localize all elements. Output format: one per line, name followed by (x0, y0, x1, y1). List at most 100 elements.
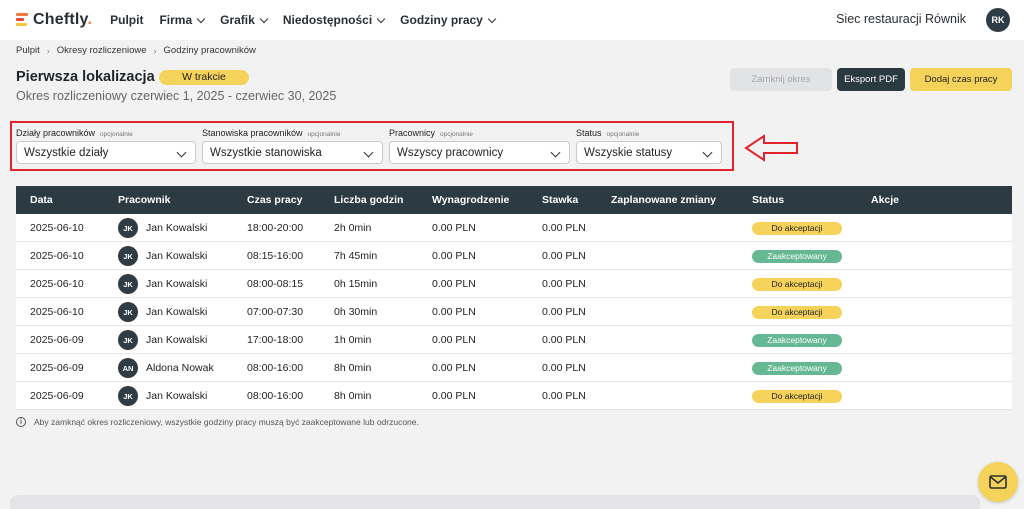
column-header-rate: Stawka (542, 194, 579, 206)
work-hours-table: Data Pracownik Czas pracy Liczba godzin … (16, 186, 1012, 410)
nav-item-label: Niedostępności (282, 13, 373, 27)
messages-button[interactable] (978, 462, 1018, 502)
nav-item-2[interactable]: Grafik (220, 13, 269, 27)
info-icon: i (16, 417, 26, 427)
positions-select[interactable]: Wszystkie stanowiska (202, 141, 383, 164)
filter-label: Pracownicy (389, 128, 436, 138)
cell-employee: JK Jan Kowalski (118, 386, 207, 406)
employee-name: Jan Kowalski (146, 334, 208, 346)
nav-menu: Pulpit Firma Grafik Niedostępności Godziny p… (110, 13, 511, 27)
info-note: i Aby zamknąć okres rozliczeniowy, wszys… (16, 417, 419, 427)
employee-avatar: JK (118, 246, 138, 266)
employee-name: Jan Kowalski (146, 390, 208, 402)
cell-date: 2025-06-09 (30, 334, 84, 346)
table-row[interactable]: 2025-06-10 JK Jan Kowalski 08:00-08:15 0h 15… (16, 270, 1012, 298)
chevron-down-icon (196, 14, 206, 23)
employees-select[interactable]: Wszyscy pracownicy (389, 141, 570, 164)
add-work-time-button[interactable]: Dodaj czas pracy (910, 68, 1012, 91)
cell-hours: 2h 0min (334, 222, 372, 234)
page-title: Pierwsza lokalizacja (16, 69, 155, 85)
table-row[interactable]: 2025-06-10 JK Jan Kowalski 08:15-16:00 7h 45… (16, 242, 1012, 270)
cell-wage: 0.00 PLN (432, 306, 476, 318)
status-badge: Zaakceptowany (752, 334, 842, 347)
logo-icon (16, 13, 28, 27)
filter-label: Status (576, 128, 602, 138)
cell-wage: 0.00 PLN (432, 334, 476, 346)
nav-item-0[interactable]: Pulpit (110, 13, 143, 27)
chevron-down-icon (176, 147, 187, 158)
status-select[interactable]: Wszyskie statusy (576, 141, 722, 164)
cell-rate: 0.00 PLN (542, 390, 586, 402)
cell-hours: 1h 0min (334, 334, 372, 346)
bottom-panel (10, 495, 980, 509)
status-badge: Do akceptacji (752, 306, 842, 319)
table-row[interactable]: 2025-06-09 JK Jan Kowalski 08:00-16:00 8h 0m… (16, 382, 1012, 410)
column-header-actions: Akcje (871, 194, 900, 206)
column-header-employee: Pracownik (118, 194, 171, 206)
filter-departments: Działy pracowników opcjonalnie Wszystkie … (16, 128, 196, 164)
filter-status: Status opcjonalnie Wszyskie statusy (576, 128, 722, 164)
cell-rate: 0.00 PLN (542, 362, 586, 374)
cell-work-time: 17:00-18:00 (247, 334, 304, 346)
close-period-button[interactable]: Zamknij okres (730, 68, 832, 91)
nav-item-4[interactable]: Godziny pracy (400, 13, 497, 27)
user-avatar[interactable]: RK (986, 8, 1010, 32)
cell-rate: 0.00 PLN (542, 222, 586, 234)
cell-employee: JK Jan Kowalski (118, 330, 207, 350)
chevron-down-icon (550, 147, 561, 158)
table-row[interactable]: 2025-06-09 JK Jan Kowalski 17:00-18:00 1h 0m… (16, 326, 1012, 354)
nav-item-3[interactable]: Niedostępności (282, 13, 386, 27)
period-status-badge: W trakcie (159, 70, 249, 85)
optional-label: opcjonalnie (307, 131, 341, 138)
cell-work-time: 08:00-08:15 (247, 278, 304, 290)
cell-work-time: 07:00-07:30 (247, 306, 304, 318)
status-badge: Do akceptacji (752, 390, 842, 403)
cell-date: 2025-06-10 (30, 278, 84, 290)
cell-work-time: 08:15-16:00 (247, 250, 304, 262)
cell-wage: 0.00 PLN (432, 250, 476, 262)
organization-name[interactable]: Siec restauracji Równik (836, 12, 966, 26)
status-badge: Do akceptacji (752, 278, 842, 291)
table-row[interactable]: 2025-06-09 AN Aldona Nowak 08:00-16:00 8h 0m… (16, 354, 1012, 382)
column-header-status: Status (752, 194, 785, 206)
departments-select[interactable]: Wszystkie działy (16, 141, 196, 164)
employee-avatar: JK (118, 330, 138, 350)
cell-wage: 0.00 PLN (432, 222, 476, 234)
nav-item-1[interactable]: Firma (159, 13, 206, 27)
breadcrumb-item[interactable]: Pulpit (16, 45, 40, 56)
arrow-left-icon (744, 134, 798, 162)
cell-work-time: 08:00-16:00 (247, 390, 304, 402)
cell-rate: 0.00 PLN (542, 250, 586, 262)
table-body: 2025-06-10 JK Jan Kowalski 18:00-20:00 2h 0m… (16, 214, 1012, 410)
cell-employee: AN Aldona Nowak (118, 358, 214, 378)
chevron-down-icon (487, 14, 497, 23)
select-value: Wszystkie działy (24, 146, 109, 159)
cell-employee: JK Jan Kowalski (118, 218, 207, 238)
select-value: Wszyskie statusy (584, 146, 673, 159)
cell-employee: JK Jan Kowalski (118, 274, 207, 294)
table-row[interactable]: 2025-06-10 JK Jan Kowalski 18:00-20:00 2h 0m… (16, 214, 1012, 242)
column-header-time: Czas pracy (247, 194, 303, 206)
cell-work-time: 18:00-20:00 (247, 222, 304, 234)
cell-wage: 0.00 PLN (432, 390, 476, 402)
cell-employee: JK Jan Kowalski (118, 302, 207, 322)
export-pdf-button[interactable]: Eksport PDF (837, 68, 905, 91)
filter-label: Działy pracowników (16, 128, 96, 138)
column-header-wage: Wynagrodzenie (432, 194, 510, 206)
column-header-planned-shifts: Zaplanowane zmiany (611, 194, 717, 206)
table-row[interactable]: 2025-06-10 JK Jan Kowalski 07:00-07:30 0h 30… (16, 298, 1012, 326)
cell-work-time: 08:00-16:00 (247, 362, 304, 374)
optional-label: opcjonalnie (100, 131, 133, 138)
logo[interactable]: Cheftly. (16, 11, 92, 29)
breadcrumb: Pulpit › Okresy rozliczeniowe › Godziny prac… (16, 45, 256, 56)
column-header-date: Data (30, 194, 53, 206)
info-note-text: Aby zamknąć okres rozliczeniowy, wszystk… (34, 417, 419, 427)
optional-label: opcjonalnie (440, 131, 473, 138)
cell-date: 2025-06-09 (30, 390, 84, 402)
filter-employees: Pracownicy opcjonalnie Wszyscy pracownicy (389, 128, 570, 164)
table-header: Data Pracownik Czas pracy Liczba godzin … (16, 186, 1012, 214)
cell-date: 2025-06-09 (30, 362, 84, 374)
employee-avatar: AN (118, 358, 138, 378)
breadcrumb-item: Godziny pracowników (163, 45, 256, 56)
breadcrumb-item[interactable]: Okresy rozliczeniowe (57, 45, 147, 56)
